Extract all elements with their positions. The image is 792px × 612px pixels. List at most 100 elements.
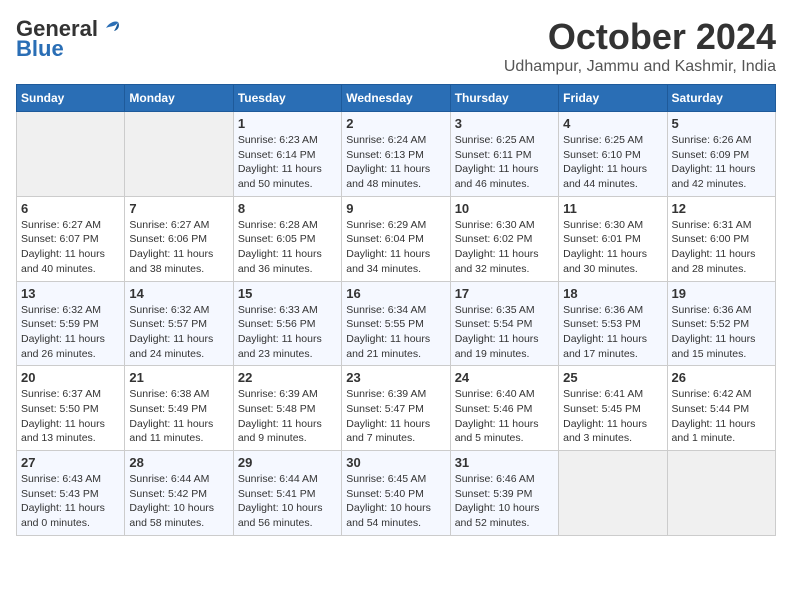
calendar-cell: 17Sunrise: 6:35 AM Sunset: 5:54 PM Dayli… bbox=[450, 281, 558, 366]
calendar-cell: 28 Sunrise: 6:44 AM Sunset: 5:42 PM Dayli… bbox=[125, 451, 233, 536]
location-title: Udhampur, Jammu and Kashmir, India bbox=[504, 58, 776, 76]
calendar-week-row: 20Sunrise: 6:37 AM Sunset: 5:50 PM Dayli… bbox=[17, 366, 776, 451]
cell-daylight-info: Sunrise: 6:30 AM Sunset: 6:01 PM Dayligh… bbox=[563, 218, 662, 277]
calendar-cell: 7 Sunrise: 6:27 AM Sunset: 6:06 PM Daylig… bbox=[125, 196, 233, 281]
cell-daylight-info: Sunrise: 6:24 AM Sunset: 6:13 PM Dayligh… bbox=[346, 133, 445, 192]
cell-daylight-info: Sunrise: 6:34 AM Sunset: 5:55 PM Dayligh… bbox=[346, 303, 445, 362]
calendar-cell: 3Sunrise: 6:25 AM Sunset: 6:11 PM Daylig… bbox=[450, 112, 558, 197]
day-number: 2 bbox=[346, 116, 445, 131]
calendar-cell: 31Sunrise: 6:46 AM Sunset: 5:39 PM Dayli… bbox=[450, 451, 558, 536]
cell-daylight-info: Sunrise: 6:40 AM Sunset: 5:46 PM Dayligh… bbox=[455, 387, 554, 446]
cell-daylight-info: Sunrise: 6:41 AM Sunset: 5:45 PM Dayligh… bbox=[563, 387, 662, 446]
day-number: 28 bbox=[129, 455, 228, 470]
calendar-cell: 19 Sunrise: 6:36 AM Sunset: 5:52 PM Dayli… bbox=[667, 281, 775, 366]
logo-blue-text: Blue bbox=[16, 36, 64, 62]
day-number: 29 bbox=[238, 455, 337, 470]
cell-daylight-info: Sunrise: 6:39 AM Sunset: 5:48 PM Dayligh… bbox=[238, 387, 337, 446]
calendar-cell: 1 Sunrise: 6:23 AM Sunset: 6:14 PM Daylig… bbox=[233, 112, 341, 197]
day-number: 1 bbox=[238, 116, 337, 131]
calendar-cell: 13Sunrise: 6:32 AM Sunset: 5:59 PM Dayli… bbox=[17, 281, 125, 366]
cell-daylight-info: Sunrise: 6:31 AM Sunset: 6:00 PM Dayligh… bbox=[672, 218, 771, 277]
cell-daylight-info: Sunrise: 6:44 AM Sunset: 5:41 PM Dayligh… bbox=[238, 472, 337, 531]
day-number: 23 bbox=[346, 370, 445, 385]
calendar-week-row: 27 Sunrise: 6:43 AM Sunset: 5:43 PM Dayli… bbox=[17, 451, 776, 536]
calendar-cell: 22 Sunrise: 6:39 AM Sunset: 5:48 PM Dayli… bbox=[233, 366, 341, 451]
cell-daylight-info: Sunrise: 6:42 AM Sunset: 5:44 PM Dayligh… bbox=[672, 387, 771, 446]
day-number: 10 bbox=[455, 201, 554, 216]
cell-daylight-info: Sunrise: 6:44 AM Sunset: 5:42 PM Dayligh… bbox=[129, 472, 228, 531]
cell-daylight-info: Sunrise: 6:36 AM Sunset: 5:53 PM Dayligh… bbox=[563, 303, 662, 362]
calendar-cell: 11 Sunrise: 6:30 AM Sunset: 6:01 PM Dayli… bbox=[559, 196, 667, 281]
day-number: 6 bbox=[21, 201, 120, 216]
cell-daylight-info: Sunrise: 6:32 AM Sunset: 5:57 PM Dayligh… bbox=[129, 303, 228, 362]
day-number: 14 bbox=[129, 286, 228, 301]
calendar-cell: 23 Sunrise: 6:39 AM Sunset: 5:47 PM Dayli… bbox=[342, 366, 450, 451]
weekday-header-sunday: Sunday bbox=[17, 85, 125, 112]
day-number: 21 bbox=[129, 370, 228, 385]
weekday-header-tuesday: Tuesday bbox=[233, 85, 341, 112]
header: General Blue October 2024 Udhampur, Jamm… bbox=[16, 16, 776, 76]
cell-daylight-info: Sunrise: 6:36 AM Sunset: 5:52 PM Dayligh… bbox=[672, 303, 771, 362]
day-number: 3 bbox=[455, 116, 554, 131]
calendar-cell: 30 Sunrise: 6:45 AM Sunset: 5:40 PM Dayli… bbox=[342, 451, 450, 536]
calendar-cell: 27 Sunrise: 6:43 AM Sunset: 5:43 PM Dayli… bbox=[17, 451, 125, 536]
day-number: 26 bbox=[672, 370, 771, 385]
calendar-cell: 18Sunrise: 6:36 AM Sunset: 5:53 PM Dayli… bbox=[559, 281, 667, 366]
day-number: 30 bbox=[346, 455, 445, 470]
day-number: 24 bbox=[455, 370, 554, 385]
logo: General Blue bbox=[16, 16, 122, 62]
cell-daylight-info: Sunrise: 6:32 AM Sunset: 5:59 PM Dayligh… bbox=[21, 303, 120, 362]
calendar-cell: 16 Sunrise: 6:34 AM Sunset: 5:55 PM Dayli… bbox=[342, 281, 450, 366]
day-number: 8 bbox=[238, 201, 337, 216]
day-number: 15 bbox=[238, 286, 337, 301]
weekday-header-thursday: Thursday bbox=[450, 85, 558, 112]
cell-daylight-info: Sunrise: 6:43 AM Sunset: 5:43 PM Dayligh… bbox=[21, 472, 120, 531]
calendar-cell: 12Sunrise: 6:31 AM Sunset: 6:00 PM Dayli… bbox=[667, 196, 775, 281]
day-number: 22 bbox=[238, 370, 337, 385]
calendar-cell bbox=[559, 451, 667, 536]
cell-daylight-info: Sunrise: 6:27 AM Sunset: 6:07 PM Dayligh… bbox=[21, 218, 120, 277]
cell-daylight-info: Sunrise: 6:39 AM Sunset: 5:47 PM Dayligh… bbox=[346, 387, 445, 446]
cell-daylight-info: Sunrise: 6:25 AM Sunset: 6:10 PM Dayligh… bbox=[563, 133, 662, 192]
weekday-header-friday: Friday bbox=[559, 85, 667, 112]
calendar-cell bbox=[667, 451, 775, 536]
day-number: 16 bbox=[346, 286, 445, 301]
calendar-cell: 8Sunrise: 6:28 AM Sunset: 6:05 PM Daylig… bbox=[233, 196, 341, 281]
day-number: 27 bbox=[21, 455, 120, 470]
calendar-cell: 14 Sunrise: 6:32 AM Sunset: 5:57 PM Dayli… bbox=[125, 281, 233, 366]
day-number: 5 bbox=[672, 116, 771, 131]
day-number: 25 bbox=[563, 370, 662, 385]
calendar-cell: 15Sunrise: 6:33 AM Sunset: 5:56 PM Dayli… bbox=[233, 281, 341, 366]
calendar-cell: 5Sunrise: 6:26 AM Sunset: 6:09 PM Daylig… bbox=[667, 112, 775, 197]
cell-daylight-info: Sunrise: 6:27 AM Sunset: 6:06 PM Dayligh… bbox=[129, 218, 228, 277]
day-number: 7 bbox=[129, 201, 228, 216]
weekday-header-saturday: Saturday bbox=[667, 85, 775, 112]
calendar-cell: 21 Sunrise: 6:38 AM Sunset: 5:49 PM Dayli… bbox=[125, 366, 233, 451]
cell-daylight-info: Sunrise: 6:38 AM Sunset: 5:49 PM Dayligh… bbox=[129, 387, 228, 446]
cell-daylight-info: Sunrise: 6:46 AM Sunset: 5:39 PM Dayligh… bbox=[455, 472, 554, 531]
calendar-cell bbox=[17, 112, 125, 197]
day-number: 11 bbox=[563, 201, 662, 216]
title-area: October 2024 Udhampur, Jammu and Kashmir… bbox=[504, 16, 776, 76]
calendar-cell: 4Sunrise: 6:25 AM Sunset: 6:10 PM Daylig… bbox=[559, 112, 667, 197]
cell-daylight-info: Sunrise: 6:29 AM Sunset: 6:04 PM Dayligh… bbox=[346, 218, 445, 277]
day-number: 20 bbox=[21, 370, 120, 385]
weekday-header-row: SundayMondayTuesdayWednesdayThursdayFrid… bbox=[17, 85, 776, 112]
calendar-week-row: 6 Sunrise: 6:27 AM Sunset: 6:07 PM Daylig… bbox=[17, 196, 776, 281]
calendar-cell: 9Sunrise: 6:29 AM Sunset: 6:04 PM Daylig… bbox=[342, 196, 450, 281]
logo-bird-icon bbox=[100, 20, 122, 38]
calendar-cell: 20Sunrise: 6:37 AM Sunset: 5:50 PM Dayli… bbox=[17, 366, 125, 451]
calendar-cell bbox=[125, 112, 233, 197]
calendar-week-row: 13Sunrise: 6:32 AM Sunset: 5:59 PM Dayli… bbox=[17, 281, 776, 366]
calendar-cell: 10 Sunrise: 6:30 AM Sunset: 6:02 PM Dayli… bbox=[450, 196, 558, 281]
weekday-header-monday: Monday bbox=[125, 85, 233, 112]
calendar-cell: 25 Sunrise: 6:41 AM Sunset: 5:45 PM Dayli… bbox=[559, 366, 667, 451]
cell-daylight-info: Sunrise: 6:45 AM Sunset: 5:40 PM Dayligh… bbox=[346, 472, 445, 531]
month-title: October 2024 bbox=[504, 16, 776, 58]
cell-daylight-info: Sunrise: 6:30 AM Sunset: 6:02 PM Dayligh… bbox=[455, 218, 554, 277]
calendar-cell: 24 Sunrise: 6:40 AM Sunset: 5:46 PM Dayli… bbox=[450, 366, 558, 451]
day-number: 19 bbox=[672, 286, 771, 301]
cell-daylight-info: Sunrise: 6:23 AM Sunset: 6:14 PM Dayligh… bbox=[238, 133, 337, 192]
calendar-week-row: 1 Sunrise: 6:23 AM Sunset: 6:14 PM Daylig… bbox=[17, 112, 776, 197]
calendar-cell: 26 Sunrise: 6:42 AM Sunset: 5:44 PM Dayli… bbox=[667, 366, 775, 451]
